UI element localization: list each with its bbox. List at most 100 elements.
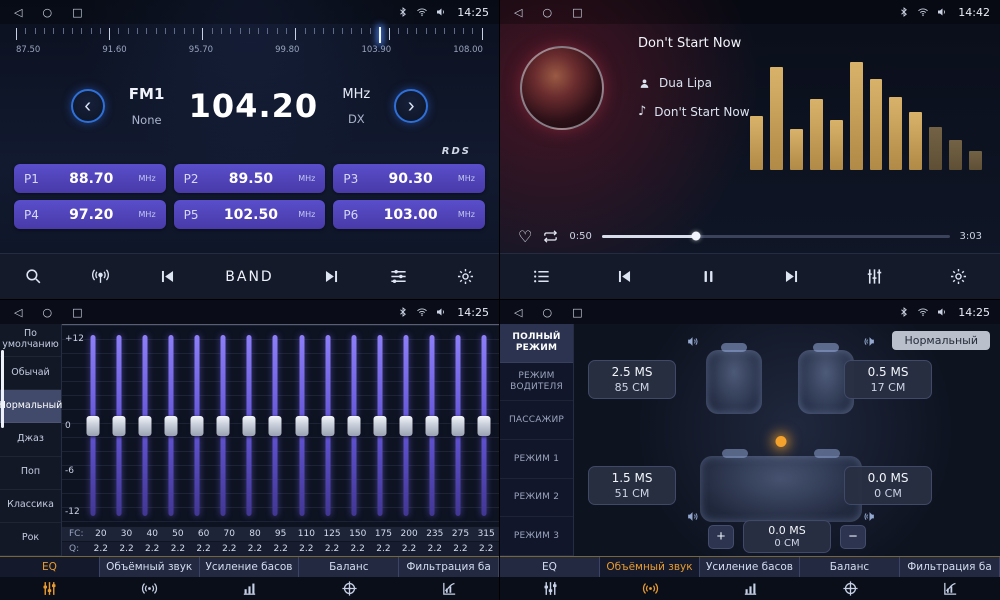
frequency-scale[interactable]: 87.5091.6095.7099.80103.90108.00 xyxy=(16,28,483,64)
filter-icon[interactable] xyxy=(399,577,499,600)
equalizer-shortcut-icon[interactable] xyxy=(865,267,884,286)
eq-band-slider[interactable] xyxy=(191,335,204,516)
tab-eq[interactable]: EQ xyxy=(500,557,600,577)
tab-surround-sound[interactable]: Объёмный звук xyxy=(100,557,200,577)
broadcast-icon[interactable] xyxy=(91,267,110,286)
eq-band-slider[interactable] xyxy=(138,335,151,516)
balance-icon[interactable] xyxy=(800,577,900,600)
slider-knob[interactable] xyxy=(164,416,177,436)
slider-knob[interactable] xyxy=(373,416,386,436)
eq-band-slider[interactable] xyxy=(347,335,360,516)
slider-knob[interactable] xyxy=(295,416,308,436)
preset-button-p2[interactable]: P289.50MHz xyxy=(174,164,326,193)
back-icon[interactable]: ◁ xyxy=(514,7,522,18)
slider-knob[interactable] xyxy=(452,416,465,436)
slider-knob[interactable] xyxy=(426,416,439,436)
eq-band-slider[interactable] xyxy=(400,335,413,516)
stage-preset-chip[interactable]: Нормальный xyxy=(892,331,990,350)
sidebar-scrollbar[interactable] xyxy=(1,350,4,428)
surround-icon[interactable] xyxy=(600,577,700,600)
eq-preset-item[interactable]: Рок xyxy=(0,523,61,556)
eq-band-slider[interactable] xyxy=(112,335,125,516)
slider-knob[interactable] xyxy=(269,416,282,436)
next-station-icon[interactable] xyxy=(322,267,341,286)
eq-sliders-icon[interactable] xyxy=(0,577,100,600)
repeat-icon[interactable] xyxy=(542,228,559,245)
eq-preset-item[interactable]: Классика xyxy=(0,490,61,523)
home-icon[interactable]: ○ xyxy=(42,7,52,18)
eq-band-slider[interactable] xyxy=(86,335,99,516)
tab-filter[interactable]: Фильтрация ба xyxy=(399,557,499,577)
back-icon[interactable]: ◁ xyxy=(14,7,22,18)
bass-boost-icon[interactable] xyxy=(200,577,300,600)
front-left-speaker-icon[interactable] xyxy=(685,334,700,353)
slider-knob[interactable] xyxy=(321,416,334,436)
tab-surround-sound[interactable]: Объёмный звук xyxy=(600,557,700,577)
recents-icon[interactable]: □ xyxy=(572,307,582,318)
eq-band-slider[interactable] xyxy=(321,335,334,516)
preset-button-p5[interactable]: P5102.50MHz xyxy=(174,200,326,229)
eq-band-slider[interactable] xyxy=(295,335,308,516)
scan-search-icon[interactable] xyxy=(24,267,43,286)
tab-balance[interactable]: Баланс xyxy=(800,557,900,577)
tune-down-button[interactable]: ‹ xyxy=(71,89,105,123)
eq-band-slider[interactable] xyxy=(426,335,439,516)
stage-mode-item[interactable]: РЕЖИМ ВОДИТЕЛЯ xyxy=(500,363,573,402)
band-button[interactable]: BAND xyxy=(225,269,273,285)
preset-button-p3[interactable]: P390.30MHz xyxy=(333,164,485,193)
eq-preset-item[interactable]: Нормальный xyxy=(0,390,61,423)
eq-preset-item[interactable]: Джаз xyxy=(0,423,61,456)
album-art[interactable] xyxy=(520,46,604,130)
back-icon[interactable]: ◁ xyxy=(514,307,522,318)
slider-knob[interactable] xyxy=(243,416,256,436)
previous-track-icon[interactable] xyxy=(615,267,634,286)
settings-gear-icon[interactable] xyxy=(456,267,475,286)
eq-band-slider[interactable] xyxy=(164,335,177,516)
settings-gear-icon[interactable] xyxy=(949,267,968,286)
previous-station-icon[interactable] xyxy=(158,267,177,286)
slider-knob[interactable] xyxy=(478,416,491,436)
preset-button-p6[interactable]: P6103.00MHz xyxy=(333,200,485,229)
eq-sliders-icon[interactable] xyxy=(500,577,600,600)
eq-preset-item[interactable]: Поп xyxy=(0,457,61,490)
slider-knob[interactable] xyxy=(217,416,230,436)
favorite-icon[interactable]: ♡ xyxy=(518,227,532,246)
delay-front-left[interactable]: 2.5 MS 85 CM xyxy=(588,360,676,399)
home-icon[interactable]: ○ xyxy=(42,307,52,318)
tab-eq[interactable]: EQ xyxy=(0,557,100,577)
tab-bass-boost[interactable]: Усиление басов xyxy=(200,557,300,577)
eq-band-slider[interactable] xyxy=(243,335,256,516)
home-icon[interactable]: ○ xyxy=(542,307,552,318)
bass-boost-icon[interactable] xyxy=(700,577,800,600)
stage-mode-item[interactable]: ПАССАЖИР xyxy=(500,401,573,440)
filter-icon[interactable] xyxy=(900,577,1000,600)
tab-filter[interactable]: Фильтрация ба xyxy=(900,557,1000,577)
slider-knob[interactable] xyxy=(347,416,360,436)
front-right-speaker-icon[interactable] xyxy=(862,334,877,353)
tab-bass-boost[interactable]: Усиление басов xyxy=(700,557,800,577)
slider-knob[interactable] xyxy=(138,416,151,436)
balance-icon[interactable] xyxy=(299,577,399,600)
tuner-options-icon[interactable] xyxy=(389,267,408,286)
slider-knob[interactable] xyxy=(191,416,204,436)
listening-position-dot[interactable] xyxy=(776,436,787,447)
eq-band-slider[interactable] xyxy=(269,335,282,516)
stage-mode-item[interactable]: РЕЖИМ 3 xyxy=(500,517,573,556)
stage-mode-item[interactable]: ПОЛНЫЙ РЕЖИМ xyxy=(500,324,573,363)
eq-band-slider[interactable] xyxy=(217,335,230,516)
slider-knob[interactable] xyxy=(86,416,99,436)
tune-up-button[interactable]: › xyxy=(394,89,428,123)
back-icon[interactable]: ◁ xyxy=(14,307,22,318)
stage-mode-item[interactable]: РЕЖИМ 1 xyxy=(500,440,573,479)
recents-icon[interactable]: □ xyxy=(572,7,582,18)
rear-left-speaker-icon[interactable] xyxy=(685,509,700,528)
preset-button-p4[interactable]: P497.20MHz xyxy=(14,200,166,229)
delay-front-right[interactable]: 0.5 MS 17 CM xyxy=(844,360,932,399)
eq-band-slider[interactable] xyxy=(373,335,386,516)
eq-band-slider[interactable] xyxy=(452,335,465,516)
next-track-icon[interactable] xyxy=(782,267,801,286)
preset-button-p1[interactable]: P188.70MHz xyxy=(14,164,166,193)
home-icon[interactable]: ○ xyxy=(542,7,552,18)
playlist-icon[interactable] xyxy=(532,267,551,286)
pause-icon[interactable] xyxy=(699,267,718,286)
